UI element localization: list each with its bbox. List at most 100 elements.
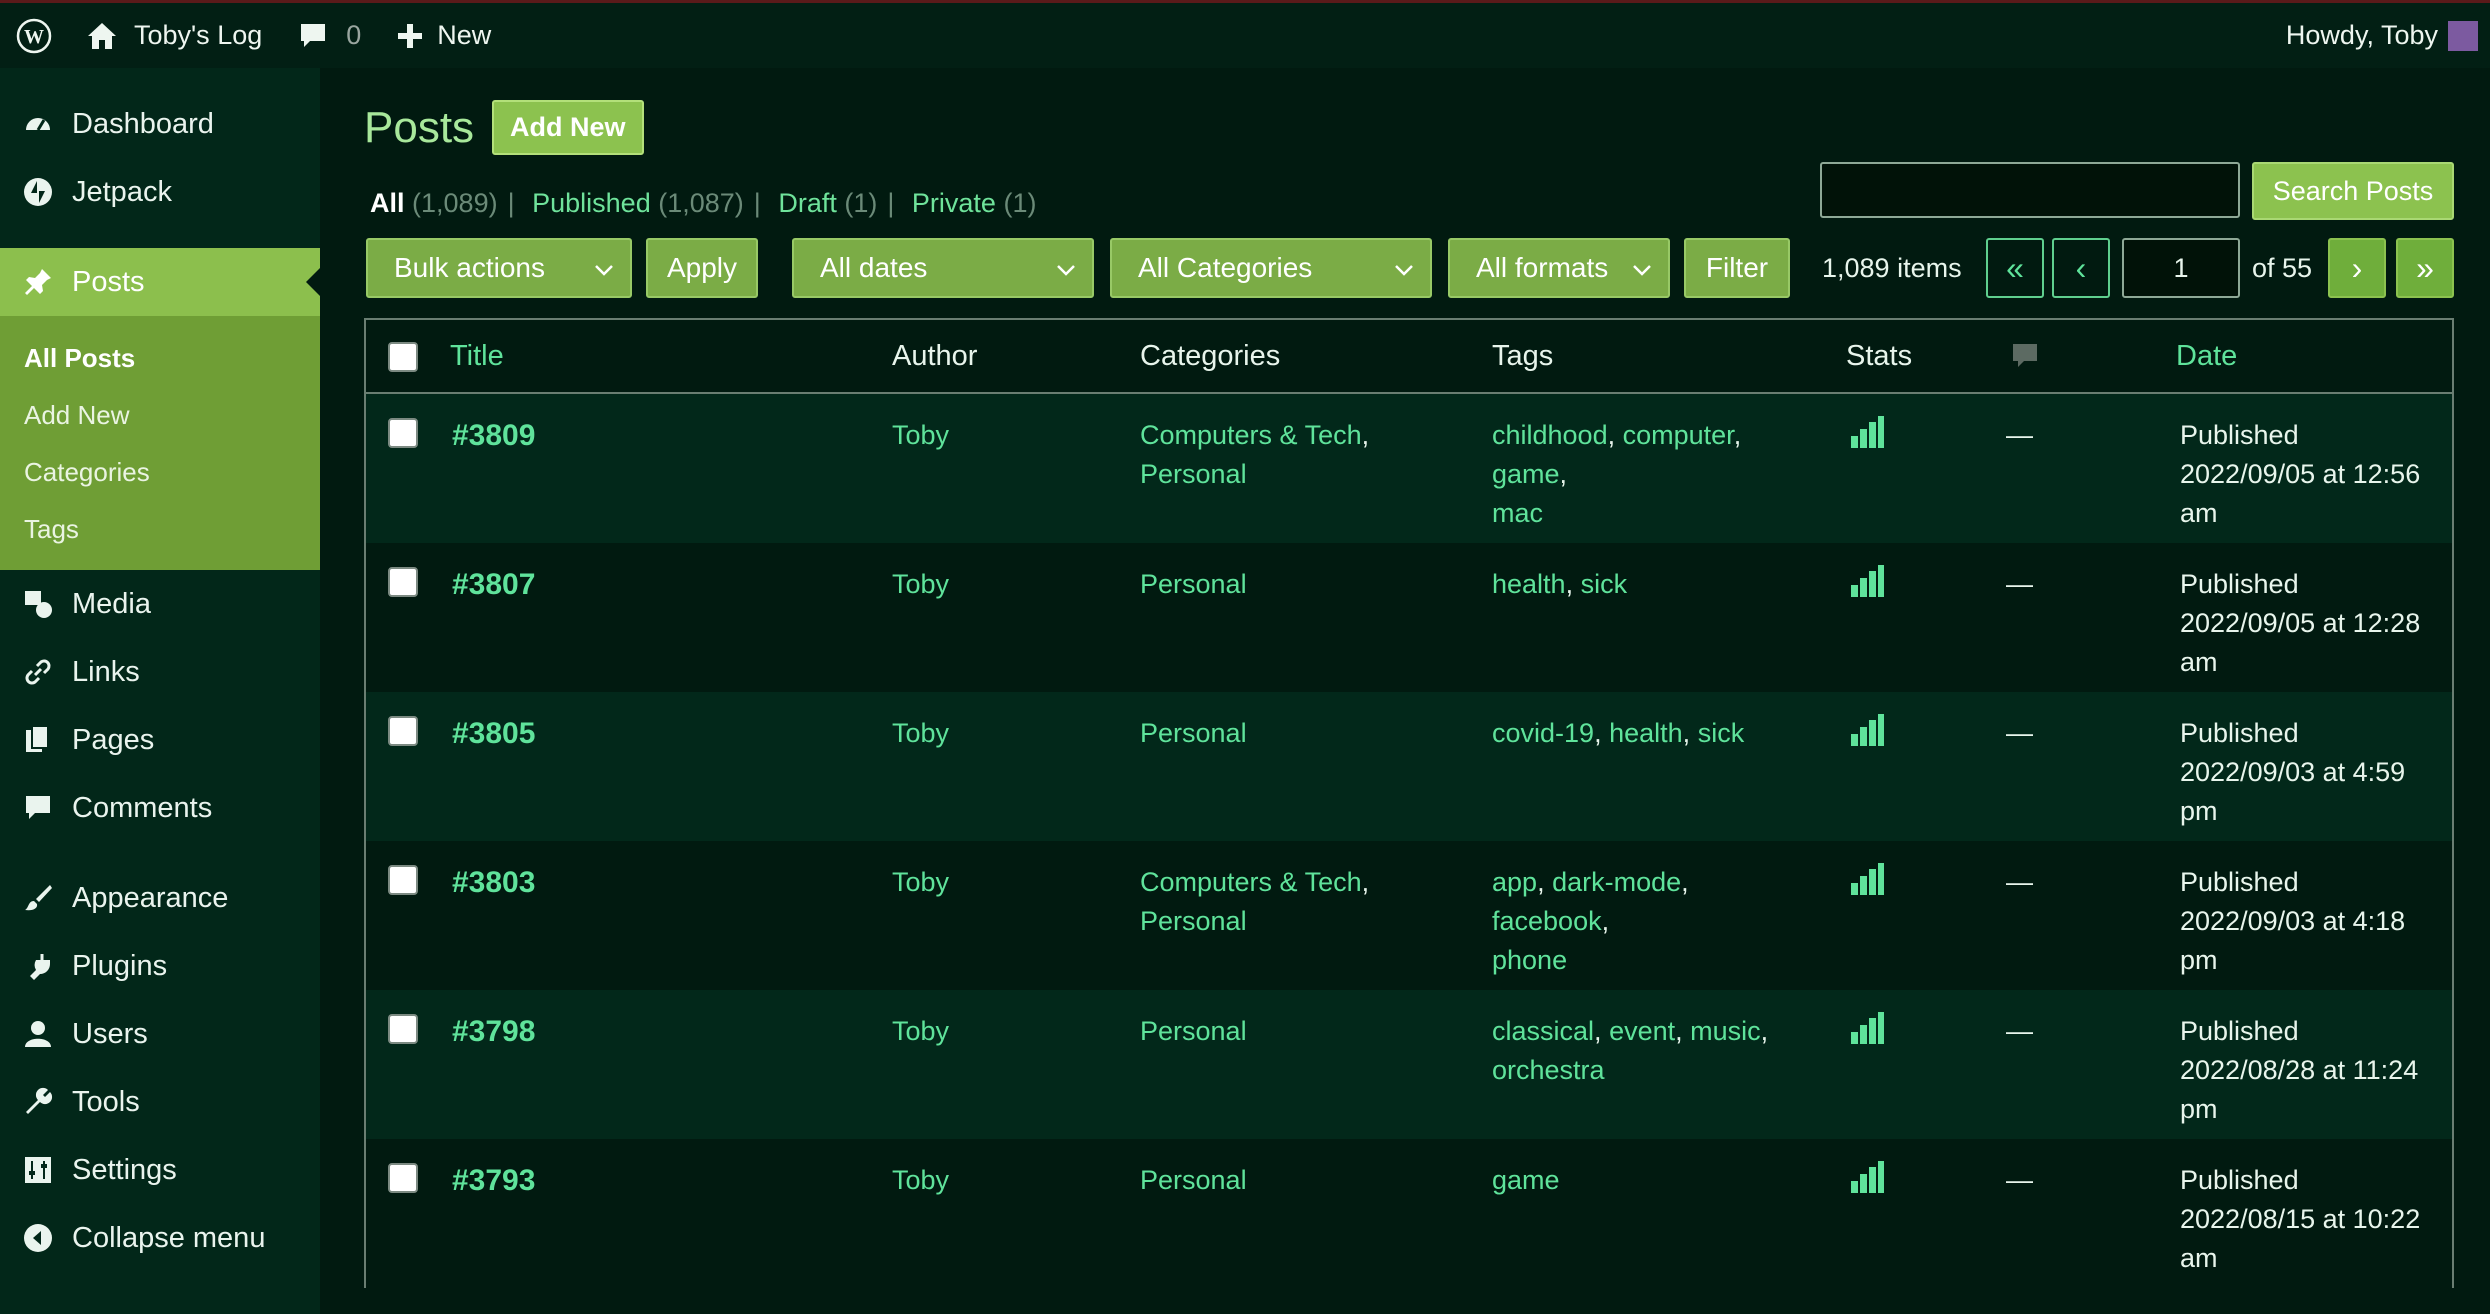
tag-link[interactable]: covid-19 [1492,718,1594,748]
row-checkbox[interactable] [388,1163,418,1193]
tag-link[interactable]: facebook [1492,906,1602,936]
author-link[interactable]: Toby [892,565,949,604]
row-checkbox[interactable] [388,567,418,597]
last-page-button[interactable]: » [2396,238,2454,298]
tag-link[interactable]: game [1492,1165,1560,1195]
submenu-tags[interactable]: Tags [0,501,320,558]
author-link[interactable]: Toby [892,416,949,455]
column-title[interactable]: Title [450,320,504,392]
tag-link[interactable]: app [1492,867,1537,897]
stats-cell[interactable] [1850,1012,1884,1055]
tag-link[interactable]: sick [1581,569,1628,599]
category-link[interactable]: Computers & Tech [1140,867,1362,897]
category-link[interactable]: Personal [1140,459,1247,489]
post-title-link[interactable]: #3805 [452,714,535,753]
sidebar-item-comments[interactable]: Comments [0,774,320,842]
tags-cell: classical, event, music, orchestra [1492,1016,1769,1085]
post-status: Published [2180,420,2299,450]
avatar[interactable] [2448,20,2478,51]
stats-cell[interactable] [1850,714,1884,757]
tag-link[interactable]: orchestra [1492,1055,1605,1085]
column-date[interactable]: Date [2176,320,2237,392]
sidebar-item-users[interactable]: Users [0,1000,320,1068]
column-categories: Categories [1140,339,1281,372]
first-page-button[interactable]: « [1986,238,2044,298]
sidebar-item-jetpack[interactable]: Jetpack [0,158,320,226]
tag-link[interactable]: computer [1623,420,1734,450]
search-posts-button[interactable]: Search Posts [2252,162,2454,220]
sidebar-item-dashboard[interactable]: Dashboard [0,90,320,158]
author-link[interactable]: Toby [892,1161,949,1200]
post-title-link[interactable]: #3809 [452,416,535,455]
filter-button[interactable]: Filter [1684,238,1790,298]
submenu-categories[interactable]: Categories [0,444,320,501]
plus-icon [398,23,423,48]
post-title-link[interactable]: #3807 [452,565,535,604]
select-all-checkbox[interactable] [388,342,418,372]
author-link[interactable]: Toby [892,714,949,753]
status-draft[interactable]: Draft [778,188,837,218]
sidebar-item-posts[interactable]: Posts [0,248,320,316]
sidebar-item-pages[interactable]: Pages [0,706,320,774]
dates-select[interactable]: All dates [792,238,1094,298]
stats-cell[interactable] [1850,1161,1884,1204]
sidebar-item-links[interactable]: Links [0,638,320,706]
apply-button[interactable]: Apply [646,238,758,298]
tag-link[interactable]: childhood [1492,420,1608,450]
tag-link[interactable]: dark-mode [1552,867,1681,897]
stats-cell[interactable] [1850,416,1884,459]
submenu-all-posts[interactable]: All Posts [0,330,320,387]
row-checkbox[interactable] [388,1014,418,1044]
next-page-button[interactable]: › [2328,238,2386,298]
tag-link[interactable]: health [1609,718,1683,748]
status-all[interactable]: All [370,188,405,218]
sidebar-item-label: Appearance [72,881,229,914]
stats-cell[interactable] [1850,863,1884,906]
author-link[interactable]: Toby [892,863,949,902]
tag-link[interactable]: game [1492,459,1560,489]
site-name-link[interactable]: Toby's Log [86,2,262,70]
category-link[interactable]: Personal [1140,1165,1247,1195]
category-link[interactable]: Personal [1140,718,1247,748]
row-checkbox[interactable] [388,865,418,895]
sidebar-item-settings[interactable]: Settings [0,1136,320,1204]
status-published[interactable]: Published [532,188,651,218]
sidebar-item-tools[interactable]: Tools [0,1068,320,1136]
post-title-link[interactable]: #3803 [452,863,535,902]
category-link[interactable]: Personal [1140,1016,1247,1046]
sidebar-item-plugins[interactable]: Plugins [0,932,320,1000]
comments-link[interactable]: 0 [298,2,361,70]
search-input[interactable] [1820,162,2240,218]
row-checkbox[interactable] [388,716,418,746]
author-link[interactable]: Toby [892,1012,949,1051]
categories-select[interactable]: All Categories [1110,238,1432,298]
howdy-user[interactable]: Howdy, Toby [2286,2,2438,70]
stats-cell[interactable] [1850,565,1884,608]
submenu-add-new[interactable]: Add New [0,387,320,444]
status-private[interactable]: Private [912,188,996,218]
sidebar-item-appearance[interactable]: Appearance [0,864,320,932]
add-new-button[interactable]: Add New [492,100,644,155]
category-link[interactable]: Personal [1140,906,1247,936]
bulk-actions-select[interactable]: Bulk actions [366,238,632,298]
formats-select[interactable]: All formats [1448,238,1670,298]
row-checkbox[interactable] [388,418,418,448]
column-comments[interactable] [2010,320,2040,392]
tag-link[interactable]: health [1492,569,1566,599]
prev-page-button[interactable]: ‹ [2052,238,2110,298]
sidebar-item-media[interactable]: Media [0,570,320,638]
new-content-link[interactable]: New [397,2,491,70]
category-link[interactable]: Personal [1140,569,1247,599]
wordpress-logo-icon[interactable]: W [0,2,68,70]
tag-link[interactable]: music [1690,1016,1761,1046]
current-page-input[interactable]: 1 [2122,238,2240,298]
tag-link[interactable]: sick [1698,718,1745,748]
tag-link[interactable]: classical [1492,1016,1594,1046]
post-title-link[interactable]: #3798 [452,1012,535,1051]
tag-link[interactable]: event [1609,1016,1675,1046]
post-title-link[interactable]: #3793 [452,1161,535,1200]
tag-link[interactable]: phone [1492,945,1567,975]
collapse-menu-button[interactable]: Collapse menu [0,1204,320,1272]
category-link[interactable]: Computers & Tech [1140,420,1362,450]
tag-link[interactable]: mac [1492,498,1543,528]
